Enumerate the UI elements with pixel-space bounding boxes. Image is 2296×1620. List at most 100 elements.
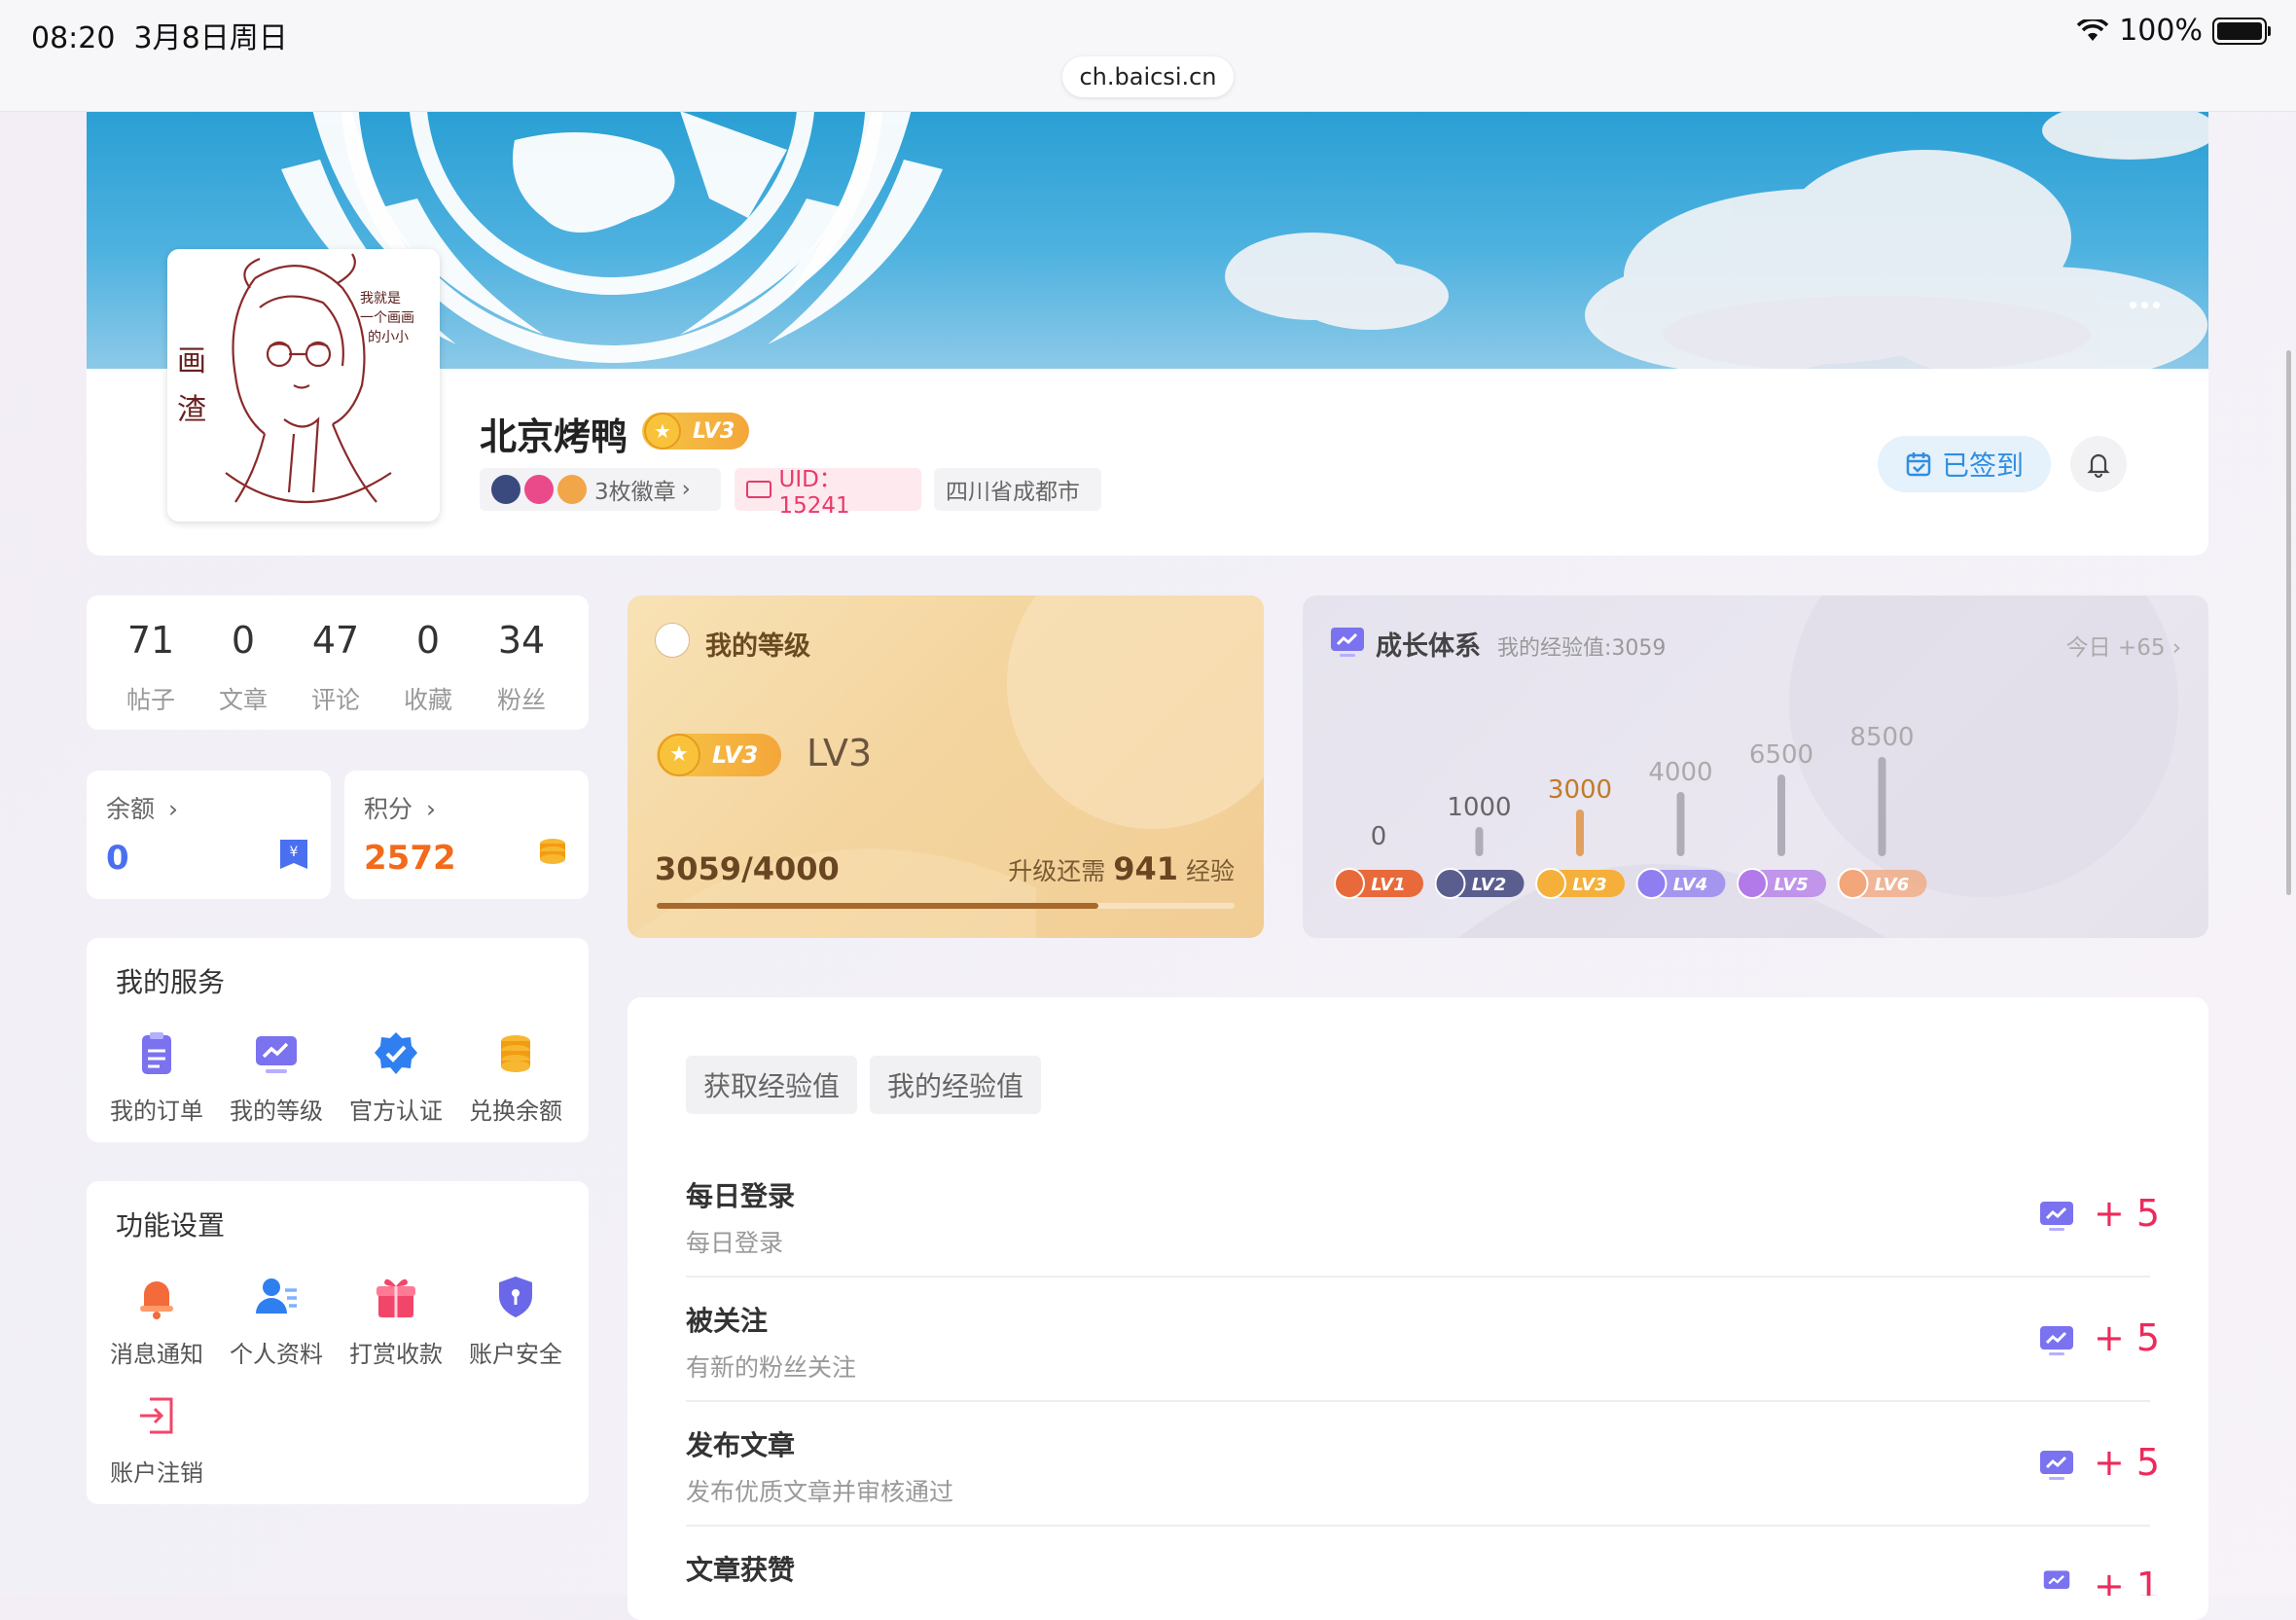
avatar-note-line3: 的小小 (368, 330, 409, 345)
divider (686, 1400, 2150, 1402)
my-level-title: 我的等级 (705, 631, 810, 662)
stat-comments-label: 评论 (310, 686, 360, 714)
notification-bell-button[interactable] (2070, 436, 2127, 492)
setting-account-deletion[interactable]: 账户注销 (103, 1391, 210, 1488)
page-scrollbar[interactable] (2286, 350, 2291, 895)
bell-outline-icon (2087, 453, 2110, 479)
task-points: + 5 (2094, 1192, 2161, 1235)
setting-profile[interactable]: 个人资料 (223, 1273, 330, 1369)
task-title: 每日登录 (686, 1180, 796, 1212)
setting-tipping[interactable]: 打赏收款 (342, 1273, 449, 1369)
level-threshold-label: 1000 (1447, 793, 1511, 822)
level-badge-label: LV2 (1472, 875, 1506, 895)
status-bar: 08:20 3月8日周日 100% ch.baicsi.cn (0, 0, 2296, 111)
task-desc: 发布优质文章并审核通过 (686, 1478, 954, 1506)
divider (686, 1525, 2150, 1527)
level-threshold-bar (1475, 827, 1484, 856)
experience-chart-icon (2040, 1202, 2073, 1231)
checkin-button[interactable]: 已签到 (1878, 436, 2051, 492)
svg-text:¥: ¥ (290, 845, 299, 860)
setting-account-security[interactable]: 账户安全 (462, 1273, 569, 1369)
tab-my-experience[interactable]: 我的经验值 (870, 1056, 1042, 1114)
stat-fans-value[interactable]: 34 (483, 619, 560, 662)
level-chart-icon (256, 1036, 297, 1073)
task-points: + 1 (2094, 1565, 2161, 1596)
status-right: 100% (2076, 14, 2271, 48)
stat-favorites-label: 收藏 (403, 686, 452, 714)
level-card-badge: ★ LV3 (657, 734, 781, 776)
coins-icon (540, 839, 565, 864)
stat-comments-value[interactable]: 47 (297, 619, 375, 662)
services-title: 我的服务 (116, 966, 226, 998)
order-icon (142, 1032, 171, 1074)
star-medal-icon: ★ (658, 734, 700, 776)
level-threshold-label: 6500 (1749, 740, 1813, 770)
stat-articles-value[interactable]: 0 (204, 619, 282, 662)
user-level-badge: ★ LV3 (642, 413, 749, 450)
experience-chart-icon (2043, 1570, 2070, 1589)
setting-notifications[interactable]: 消息通知 (103, 1273, 210, 1369)
battery-percent: 100% (2119, 14, 2203, 48)
balance-label: 余额 › (106, 795, 178, 823)
experience-chart-icon (2040, 1326, 2073, 1355)
wallet-yuan-icon: ¥ (280, 840, 307, 869)
balance-card[interactable]: 余额 › 0 ¥ (87, 771, 331, 899)
chevron-right-icon: › (425, 795, 436, 823)
url-bar[interactable]: ch.baicsi.cn (1062, 56, 1234, 97)
points-label: 积分 › (364, 795, 436, 823)
balance-value: 0 (106, 839, 129, 878)
star-medal-icon: ★ (644, 413, 681, 450)
level-threshold-label: 8500 (1849, 723, 1914, 752)
level-badge-label: LV1 (1371, 875, 1405, 895)
id-card-icon (746, 481, 771, 498)
service-official-verify[interactable]: 官方认证 (342, 1029, 449, 1126)
badge-shield-icon (491, 475, 520, 504)
level-threshold-label: 0 (1371, 822, 1387, 851)
badge-avatar-icon (557, 475, 587, 504)
level-medal-icon (1837, 868, 1869, 899)
service-my-orders[interactable]: 我的订单 (103, 1029, 210, 1126)
growth-levels-chart: 0 LV1 1000 LV2 3000 LV3 4000 LV4 6500 LV5 8500 LV6 (1334, 723, 1927, 899)
task-title: 发布文章 (686, 1429, 796, 1461)
level-owner-avatar-icon (655, 623, 690, 658)
avatar[interactable]: 我就是 一个画画 的小小 画 渣 (167, 249, 440, 522)
level-threshold-bar (1676, 792, 1685, 856)
service-exchange-balance[interactable]: 兑换余额 (462, 1029, 569, 1126)
status-time: 08:20 3月8日周日 (31, 21, 288, 55)
avatar-note-char1: 画 (177, 344, 206, 378)
bell-icon (140, 1281, 173, 1319)
level-progress-text: 3059/4000 (655, 850, 840, 887)
verified-icon (375, 1032, 417, 1074)
gift-icon (377, 1278, 415, 1317)
level-medal-icon (1434, 868, 1466, 899)
level-threshold-label: 4000 (1648, 758, 1712, 787)
badges-chip[interactable]: 3枚徽章 › (480, 468, 721, 511)
level-medal-icon (1535, 868, 1566, 899)
stat-posts-value[interactable]: 71 (112, 619, 190, 662)
logout-icon (140, 1397, 173, 1434)
stat-fans-label: 粉丝 (496, 686, 546, 714)
avatar-note-char2: 渣 (177, 393, 206, 427)
level-progress-track (657, 903, 1235, 909)
growth-system-card[interactable]: 成长体系 我的经验值:3059 今日 +65 › 0 LV1 1000 LV2 3000… (1303, 595, 2208, 938)
stat-posts-label: 帖子 (126, 686, 175, 714)
tab-earn-experience[interactable]: 获取经验值 (686, 1056, 858, 1114)
points-card[interactable]: 积分 › 2572 (344, 771, 589, 899)
level-medal-icon (1334, 868, 1365, 899)
stat-articles-label: 文章 (218, 686, 268, 714)
badge-user-icon (524, 475, 554, 504)
task-title: 文章获赞 (686, 1554, 796, 1586)
more-options-icon[interactable] (2130, 302, 2163, 311)
task-points: + 5 (2094, 1441, 2161, 1484)
service-my-level[interactable]: 我的等级 (223, 1029, 330, 1126)
points-value: 2572 (364, 839, 456, 878)
level-medal-icon (1737, 868, 1768, 899)
my-level-card[interactable]: 我的等级 ★ LV3 LV3 3059/4000 升级还需 941 经验 (628, 595, 1264, 938)
level-threshold-bar (1777, 774, 1785, 856)
wifi-icon (2076, 18, 2109, 41)
level-need-text: 升级还需 941 经验 (1008, 850, 1235, 887)
avatar-note-line2: 一个画画 (360, 310, 414, 326)
profile-icon (256, 1278, 297, 1314)
stat-favorites-value[interactable]: 0 (389, 619, 467, 662)
uid-chip: UID：15241 (735, 467, 921, 519)
